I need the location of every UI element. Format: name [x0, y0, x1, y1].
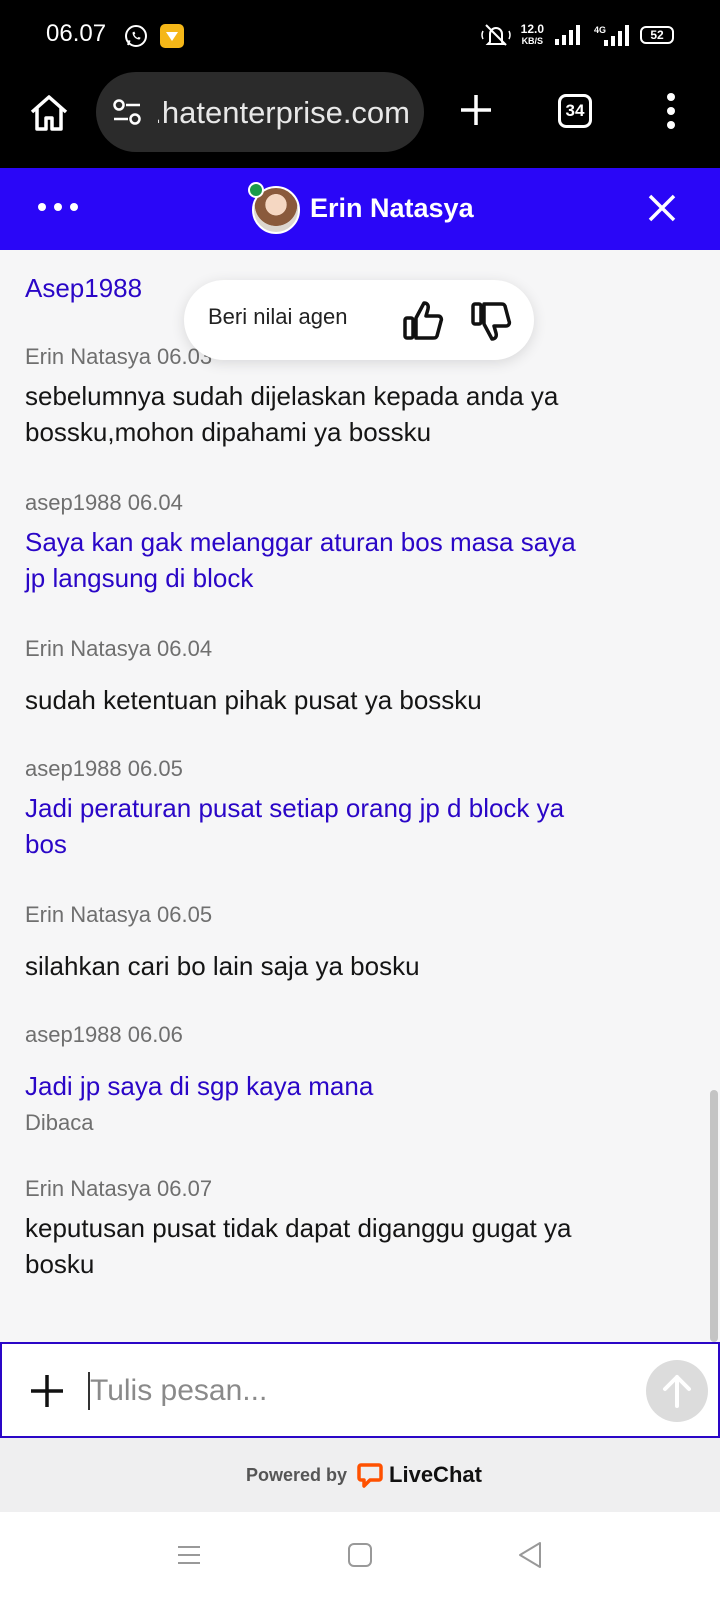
signal-icon — [555, 25, 580, 45]
chat-scrollbar[interactable] — [710, 1090, 718, 1342]
battery-indicator: 52 — [640, 26, 674, 44]
message-text: silahkan cari bo lain saja ya bosku — [25, 951, 420, 981]
thumbs-down-icon[interactable] — [470, 300, 512, 342]
tab-switcher-button[interactable]: 34 — [558, 94, 592, 128]
powered-by-footer: Powered by LiveChat — [0, 1438, 720, 1512]
signal-4g-icon: 4G — [594, 25, 629, 46]
whatsapp-icon — [125, 25, 147, 47]
chat-message: asep1988 06.04 Saya kan gak melanggar at… — [25, 490, 595, 596]
message-text: Jadi jp saya di sgp kaya mana — [25, 1071, 374, 1101]
rate-agent-popup: Beri nilai agen — [184, 280, 534, 360]
message-meta: asep1988 06.06 — [25, 1022, 183, 1047]
svg-text:4G: 4G — [594, 25, 606, 35]
status-time: 06.07 — [46, 20, 107, 47]
chat-transcript[interactable]: Asep1988 Erin Natasya 06.03 sebelumnya s… — [0, 250, 720, 1342]
chat-message: asep1988 06.06 Jadi jp saya di sgp kaya … — [25, 1022, 595, 1136]
new-tab-icon[interactable] — [458, 92, 494, 128]
message-input[interactable] — [90, 1366, 610, 1416]
message-composer — [0, 1342, 720, 1438]
add-attachment-icon[interactable] — [28, 1372, 66, 1410]
arrow-up-icon — [663, 1375, 691, 1408]
message-meta: asep1988 06.05 — [25, 756, 183, 781]
chat-message: asep1988 06.05 Jadi peraturan pusat seti… — [25, 756, 595, 862]
message-text: Saya kan gak melanggar aturan bos masa s… — [25, 527, 576, 593]
close-icon[interactable] — [646, 192, 678, 224]
livechat-brand[interactable]: LiveChat — [389, 1462, 482, 1488]
site-settings-icon[interactable] — [112, 98, 142, 126]
home-nav-icon[interactable] — [347, 1542, 373, 1568]
browser-toolbar: www.hatenterprise.com 34 — [0, 70, 720, 168]
message-text: Jadi peraturan pusat setiap orang jp d b… — [25, 793, 565, 859]
browser-menu-icon[interactable] — [664, 92, 678, 130]
agent-name: Erin Natasya — [310, 193, 474, 223]
message-meta: Erin Natasya 06.04 — [25, 636, 213, 661]
message-text: sebelumnya sudah dijelaskan kepada anda … — [25, 381, 559, 447]
status-bar: 06.07 12.0 KB/S 4G 52 — [0, 0, 720, 70]
message-meta: Erin Natasya 06.05 — [25, 902, 213, 927]
message-meta: asep1988 06.04 — [25, 490, 183, 515]
powered-by-label: Powered by — [246, 1464, 348, 1485]
system-navigation-bar — [0, 1512, 720, 1600]
chat-message: Erin Natasya 06.04 sudah ketentuan pihak… — [25, 636, 595, 718]
message-meta: Erin Natasya 06.07 — [25, 1176, 213, 1201]
notification-app-icon — [160, 24, 184, 48]
thumbs-up-icon[interactable] — [402, 300, 444, 342]
back-icon[interactable] — [516, 1540, 544, 1570]
livechat-logo-icon — [357, 1463, 383, 1488]
network-speed: 12.0 KB/S — [520, 22, 544, 46]
status-icons: 12.0 KB/S 4G 52 — [480, 20, 674, 50]
url-text: www.hatenterprise.com — [158, 95, 410, 130]
more-options-icon[interactable] — [36, 192, 80, 222]
rate-agent-label: Beri nilai agen — [208, 304, 348, 329]
home-icon[interactable] — [26, 90, 72, 136]
message-text: sudah ketentuan pihak pusat ya bossku — [25, 685, 482, 715]
mute-icon — [480, 24, 511, 46]
online-status-indicator — [248, 182, 264, 198]
send-button[interactable] — [646, 1360, 708, 1422]
chat-message: Erin Natasya 06.07 keputusan pusat tidak… — [25, 1176, 595, 1282]
read-status: Dibaca — [25, 1110, 94, 1135]
chat-message: Erin Natasya 06.05 silahkan cari bo lain… — [25, 902, 595, 984]
message-text: keputusan pusat tidak dapat diganggu gug… — [25, 1213, 572, 1279]
address-bar[interactable]: www.hatenterprise.com — [96, 72, 424, 152]
recent-apps-icon[interactable] — [176, 1542, 202, 1568]
chat-header: Erin Natasya — [0, 168, 720, 250]
